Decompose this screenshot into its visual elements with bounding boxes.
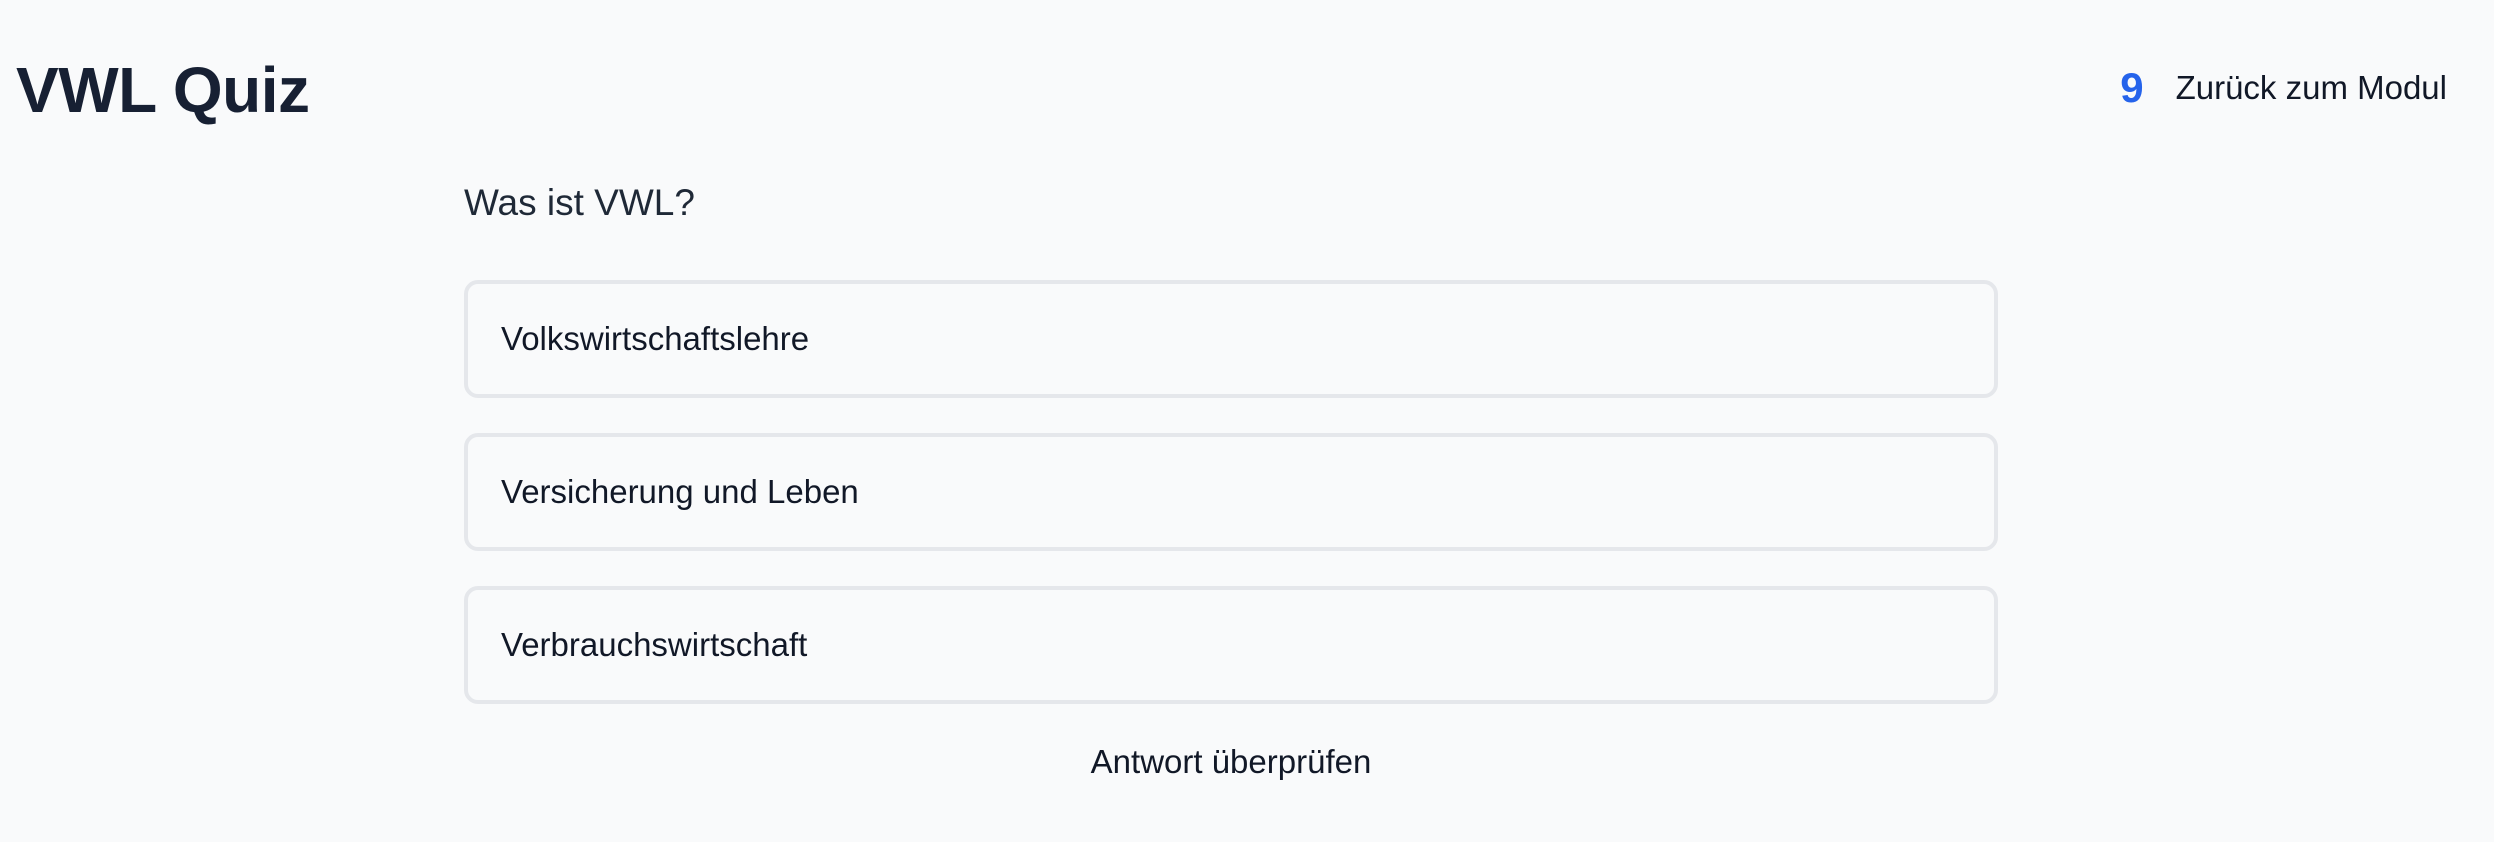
answer-option-3[interactable]: Verbrauchswirtschaft bbox=[464, 586, 1998, 704]
back-to-module-button[interactable]: Zurück zum Modul bbox=[2176, 60, 2447, 116]
check-row: Antwort überprüfen bbox=[464, 740, 1998, 784]
question-text: Was ist VWL? bbox=[464, 182, 695, 223]
answer-option-1[interactable]: Volkswirtschaftslehre bbox=[464, 280, 1998, 398]
header-actions: 9 Zurück zum Modul bbox=[2120, 60, 2447, 116]
check-answer-button[interactable]: Antwort überprüfen bbox=[1091, 740, 1372, 784]
answer-options: Volkswirtschaftslehre Versicherung und L… bbox=[464, 280, 1998, 704]
score-counter: 9 bbox=[2120, 64, 2144, 111]
quiz-panel: Was ist VWL? Volkswirtschaftslehre Versi… bbox=[464, 178, 1998, 784]
page-title: VWL Quiz bbox=[16, 54, 310, 126]
answer-option-2[interactable]: Versicherung und Leben bbox=[464, 433, 1998, 551]
